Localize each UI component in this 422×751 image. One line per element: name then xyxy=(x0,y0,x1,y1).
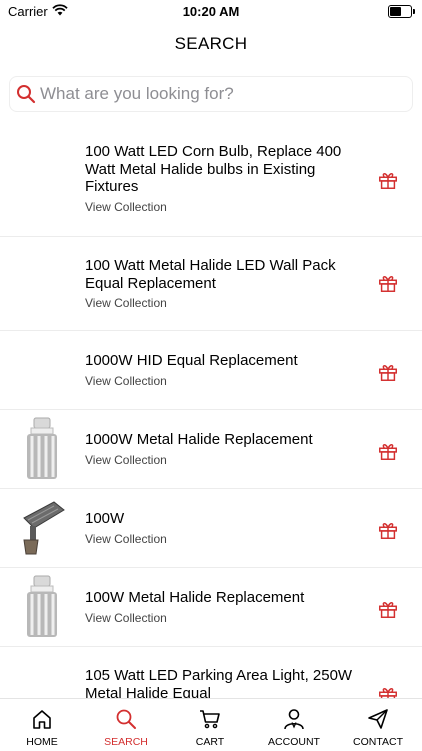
view-collection-link[interactable]: View Collection xyxy=(85,200,365,214)
list-item[interactable]: 1000W Metal Halide Replacement View Coll… xyxy=(0,409,422,489)
gift-icon[interactable] xyxy=(377,169,399,191)
list-item[interactable]: 100W Metal Halide Replacement View Colle… xyxy=(0,567,422,647)
corn-bulb-thumbnail xyxy=(27,575,57,637)
page-title: SEARCH xyxy=(174,34,248,53)
item-title: 100 Watt LED Corn Bulb, Replace 400 Watt… xyxy=(85,143,342,195)
send-icon xyxy=(368,709,388,729)
search-icon xyxy=(17,85,36,104)
tab-label: ACCOUNT xyxy=(268,736,320,748)
tab-bar: HOME SEARCH CART ACCOUNT CONTACT xyxy=(0,698,422,751)
item-text: 100W View Collection xyxy=(85,510,365,546)
search-icon xyxy=(116,709,136,729)
tab-account[interactable]: ACCOUNT xyxy=(252,699,336,751)
clock: 10:20 AM xyxy=(182,4,240,19)
item-text: 1000W Metal Halide Replacement View Coll… xyxy=(85,431,365,467)
view-collection-link[interactable]: View Collection xyxy=(85,453,365,467)
list-item[interactable]: 100W View Collection xyxy=(0,488,422,568)
item-title: 105 Watt LED Parking Area Light, 250W Me… xyxy=(85,667,353,702)
view-collection-link[interactable]: View Collection xyxy=(85,374,365,388)
gift-icon[interactable] xyxy=(377,519,399,541)
list-item[interactable]: 100 Watt LED Corn Bulb, Replace 400 Watt… xyxy=(0,127,422,237)
item-text: 100 Watt Metal Halide LED Wall Pack Equa… xyxy=(85,257,365,310)
view-collection-link[interactable]: View Collection xyxy=(85,611,365,625)
tab-label: HOME xyxy=(26,736,58,748)
tab-label: CART xyxy=(195,736,225,748)
tab-home[interactable]: HOME xyxy=(0,699,84,751)
gift-icon[interactable] xyxy=(377,440,399,462)
gift-icon[interactable] xyxy=(377,361,399,383)
tab-label: SEARCH xyxy=(104,736,148,748)
item-title: 100W xyxy=(85,510,125,527)
list-item[interactable]: 100 Watt Metal Halide LED Wall Pack Equa… xyxy=(0,236,422,331)
cart-icon xyxy=(200,710,220,729)
item-text: 100W Metal Halide Replacement View Colle… xyxy=(85,589,365,625)
tab-cart[interactable]: CART xyxy=(168,699,252,751)
flood-light-thumbnail xyxy=(23,501,65,555)
account-icon xyxy=(284,709,304,730)
status-bar: Carrier 10:20 AM xyxy=(0,0,422,24)
tab-search[interactable]: SEARCH xyxy=(84,699,168,751)
item-title: 100 Watt Metal Halide LED Wall Pack Equa… xyxy=(85,257,336,292)
item-text: 1000W HID Equal Replacement View Collect… xyxy=(85,352,365,388)
item-title: 1000W HID Equal Replacement xyxy=(85,352,298,369)
search-bar[interactable] xyxy=(9,76,413,112)
view-collection-link[interactable]: View Collection xyxy=(85,296,365,310)
gift-icon[interactable] xyxy=(377,598,399,620)
battery-icon xyxy=(388,5,415,18)
gift-icon[interactable] xyxy=(377,272,399,294)
item-title: 100W Metal Halide Replacement xyxy=(85,589,305,606)
item-text: 105 Watt LED Parking Area Light, 250W Me… xyxy=(85,667,365,702)
home-icon xyxy=(33,710,51,729)
corn-bulb-thumbnail xyxy=(27,417,57,479)
search-input[interactable] xyxy=(40,81,400,107)
view-collection-link[interactable]: View Collection xyxy=(85,532,365,546)
tab-contact[interactable]: CONTACT xyxy=(336,699,420,751)
item-text: 100 Watt LED Corn Bulb, Replace 400 Watt… xyxy=(85,143,365,214)
list-item[interactable]: 1000W HID Equal Replacement View Collect… xyxy=(0,330,422,410)
tab-label: CONTACT xyxy=(353,736,403,748)
item-title: 1000W Metal Halide Replacement xyxy=(85,431,313,448)
